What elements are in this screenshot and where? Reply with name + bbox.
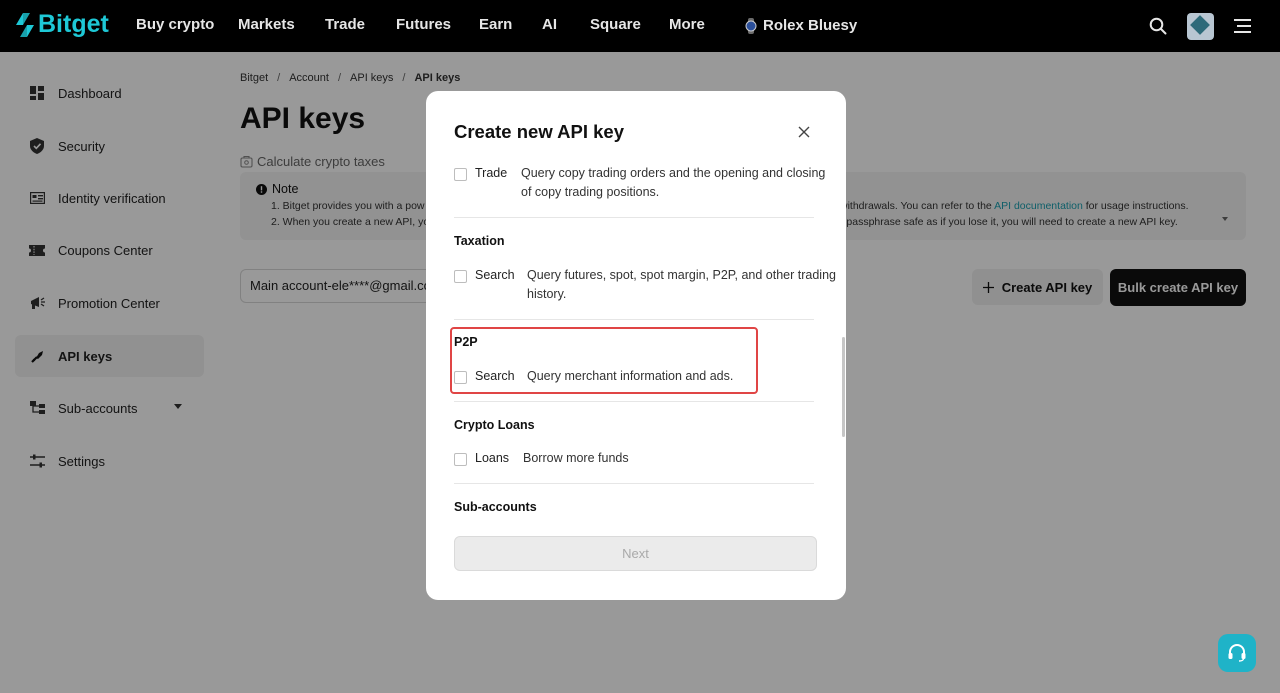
bitget-logo[interactable]: Bitget (14, 10, 109, 39)
loans-label: Loans (475, 451, 510, 465)
sub-accounts-group-title: Sub-accounts (454, 500, 537, 514)
avatar-image (1187, 12, 1214, 40)
taxation-search-label: Search (475, 268, 515, 282)
customer-support-button[interactable] (1218, 634, 1256, 672)
crypto-loans-row: Loans (454, 451, 509, 466)
crypto-loans-group-title: Crypto Loans (454, 418, 535, 432)
close-icon[interactable] (796, 124, 812, 140)
loans-description: Borrow more funds (523, 451, 629, 465)
headset-icon (1228, 644, 1246, 662)
taxation-group-title: Taxation (454, 234, 505, 248)
menu-icon[interactable] (1234, 0, 1251, 52)
trade-description-line-1: Query copy trading orders and the openin… (521, 166, 826, 180)
nav-trade[interactable]: Trade (325, 0, 365, 52)
taxation-search-checkbox[interactable] (454, 270, 467, 283)
modal-title: Create new API key (454, 121, 625, 142)
modal-scrollbar[interactable] (842, 337, 845, 437)
bitget-logo-icon (16, 12, 34, 37)
p2p-group-title: P2P (454, 335, 478, 349)
create-api-key-modal: Create new API key Trade Query copy trad… (426, 91, 846, 600)
p2p-search-label: Search (475, 369, 515, 383)
trade-description-line-2: of copy trading positions. (521, 185, 660, 199)
watch-icon (745, 18, 757, 34)
divider (454, 401, 814, 402)
p2p-description: Query merchant information and ads. (527, 369, 734, 383)
loans-checkbox[interactable] (454, 453, 467, 466)
taxation-description-line-1: Query futures, spot, spot margin, P2P, a… (527, 268, 836, 282)
nav-rolex-label: Rolex Bluesy (763, 17, 858, 34)
nav-earn[interactable]: Earn (479, 0, 512, 52)
taxation-description-line-2: history. (527, 287, 567, 301)
trade-description: Query copy trading orders and the openin… (521, 164, 825, 202)
nav-buy-crypto[interactable]: Buy crypto (136, 0, 214, 52)
search-icon[interactable] (1149, 0, 1167, 52)
nav-markets[interactable]: Markets (238, 0, 295, 52)
p2p-search-row: Search (454, 369, 515, 384)
p2p-search-checkbox[interactable] (454, 371, 467, 384)
nav-futures[interactable]: Futures (396, 0, 451, 52)
trade-label: Trade (475, 166, 508, 180)
divider (454, 319, 814, 320)
taxation-description: Query futures, spot, spot margin, P2P, a… (527, 266, 836, 304)
taxation-search-row: Search (454, 268, 515, 283)
nav-ai[interactable]: AI (542, 0, 557, 52)
trade-permission-row: Trade (454, 166, 507, 181)
nav-rolex-bluesy[interactable]: Rolex Bluesy (744, 0, 857, 52)
top-navigation: Bitget Buy crypto Markets Trade Futures … (0, 0, 1280, 52)
user-avatar[interactable] (1187, 0, 1214, 52)
nav-square[interactable]: Square (590, 0, 641, 52)
trade-checkbox[interactable] (454, 168, 467, 181)
nav-more[interactable]: More (669, 0, 705, 52)
divider (454, 483, 814, 484)
divider (454, 217, 814, 218)
next-button[interactable]: Next (454, 536, 817, 571)
brand-name: Bitget (38, 10, 109, 38)
